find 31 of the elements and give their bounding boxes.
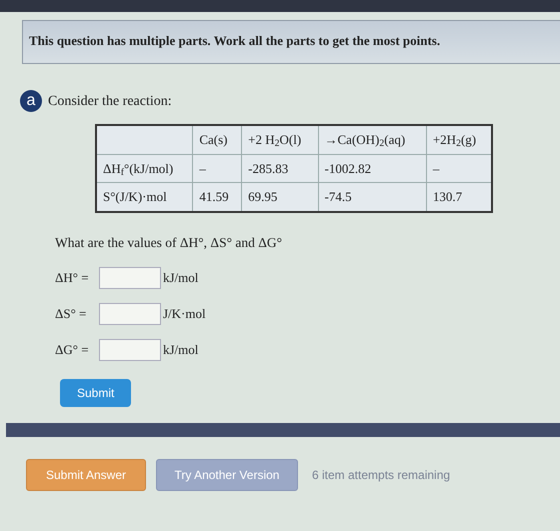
attempts-text: 6 item attempts remaining bbox=[312, 466, 450, 484]
unit-label: kJ/mol bbox=[163, 341, 198, 359]
table-cell: – bbox=[192, 154, 242, 182]
table-cell: 69.95 bbox=[242, 182, 318, 212]
submit-button[interactable]: Submit bbox=[60, 378, 132, 407]
table-cell: – bbox=[426, 154, 492, 182]
try-another-button[interactable]: Try Another Version bbox=[156, 458, 298, 491]
prompt-text: Consider the reaction: bbox=[48, 92, 172, 110]
answer-field[interactable] bbox=[99, 266, 161, 289]
field-label: ΔS° = bbox=[55, 305, 88, 323]
row-header: S°(J/K)·mol bbox=[96, 182, 193, 212]
unit-label: J/K·mol bbox=[163, 305, 206, 323]
table-cell: -1002.82 bbox=[318, 154, 426, 182]
row-header: ΔH$_{f}$°(kJ/mol) bbox=[96, 154, 193, 182]
question-text: What are the values of ΔH°, ΔS° and ΔG° bbox=[55, 234, 284, 252]
submit-answer-button[interactable]: Submit Answer bbox=[26, 458, 146, 491]
table-cell: 41.59 bbox=[192, 182, 242, 212]
column-header: Ca(s) bbox=[192, 125, 242, 154]
unit-label: kJ/mol bbox=[163, 269, 198, 287]
table-cell: 130.7 bbox=[426, 182, 492, 212]
column-header: +2 H$_{2}$O(l) bbox=[242, 125, 318, 154]
part-badge: a bbox=[20, 90, 42, 112]
table-cell: -74.5 bbox=[318, 182, 426, 212]
column-header: +2H$_{2}$(g) bbox=[426, 125, 492, 154]
answer-field[interactable] bbox=[99, 302, 161, 325]
table-cell: -285.83 bbox=[242, 154, 318, 182]
instructions-text: This question has multiple parts. Work all the parts to get the most points. bbox=[22, 20, 560, 64]
field-label: ΔG° = bbox=[55, 341, 90, 359]
field-label: ΔH° = bbox=[55, 269, 90, 287]
column-header: →Ca(OH)$_{2}$(aq) bbox=[318, 125, 426, 154]
answer-field[interactable] bbox=[99, 338, 161, 361]
